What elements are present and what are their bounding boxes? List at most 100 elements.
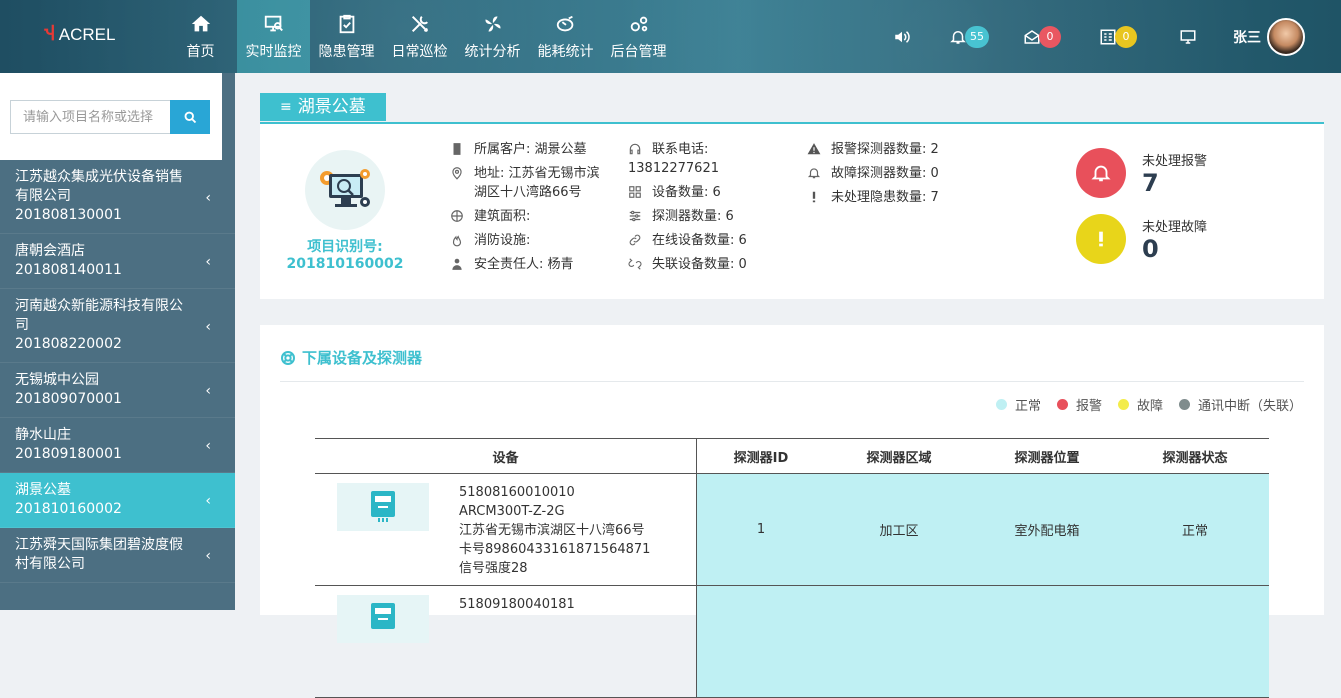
sound-button[interactable] — [893, 28, 911, 46]
device-cell: 51808160010010 ARCM300T-Z-2G 江苏省无锡市滨湖区十八… — [315, 474, 697, 585]
nav-energy-label: 能耗统计 — [537, 43, 594, 60]
detector-status-cell — [1121, 586, 1269, 697]
building-icon — [453, 143, 461, 155]
project-item[interactable]: 唐朝会酒店 201808140011 ‹ — [0, 234, 235, 289]
project-item[interactable]: 江苏越众集成光伏设备销售有限公司 201808130001 ‹ — [0, 160, 235, 234]
legend-label: 故障 — [1136, 399, 1163, 414]
monitor-gear-icon — [320, 169, 370, 207]
gears-icon — [630, 16, 647, 31]
project-item[interactable]: 河南越众新能源科技有限公司 201808220002 ‹ — [0, 289, 235, 363]
legend-label: 通讯中断（失联） — [1197, 399, 1302, 414]
unhandled-alarm-stat[interactable]: 未处理报警 7 — [1076, 148, 1207, 198]
detector-area-cell — [825, 586, 973, 697]
nav-statistics[interactable]: 统计分析 — [456, 0, 529, 73]
logo[interactable]: Ⴣ ACREL — [44, 24, 115, 45]
warning-icon — [807, 143, 821, 155]
project-id: 201808140011 — [15, 262, 122, 278]
device-cell: 51809180040181 — [315, 586, 697, 697]
lifebuoy-icon — [281, 350, 295, 365]
nav-energy[interactable]: 能耗统计 — [529, 0, 602, 73]
legend-dot — [995, 399, 1007, 410]
project-item[interactable]: 静水山庄 201809180001 ‹ — [0, 418, 235, 473]
nav-realtime-monitor[interactable]: 实时监控 — [237, 0, 310, 73]
column-header: 探测器状态 — [1162, 450, 1228, 466]
message-button[interactable]: 0 — [1023, 25, 1061, 48]
detector-location-cell: 室外配电箱 — [973, 474, 1121, 585]
project-id: 201809180001 — [15, 446, 122, 462]
monitor-icon — [264, 15, 283, 31]
area-row: 建筑面积: — [450, 207, 610, 226]
fire-text: 消防设施: — [474, 233, 531, 248]
alarm-detectors-text: 报警探测器数量: 2 — [831, 142, 939, 157]
alarm-notification-button[interactable]: 55 — [949, 25, 989, 48]
devices-title-text: 下属设备及探测器 — [302, 349, 423, 367]
device-card: 卡号89860433161871564871 — [459, 542, 651, 557]
column-header: 探测器ID — [733, 450, 789, 466]
online-count-text: 在线设备数量: 6 — [652, 233, 747, 248]
fault-detectors-row: 故障探测器数量: 0 — [807, 164, 1007, 183]
device-serial: 51808160010010 — [459, 485, 575, 500]
person-icon — [452, 258, 462, 270]
nav-home[interactable]: 首页 — [164, 0, 237, 73]
fault-stat-text: 未处理故障 0 — [1142, 216, 1207, 263]
project-search — [10, 100, 210, 134]
unhandled-hazards-text: 未处理隐患数量: 7 — [831, 190, 939, 205]
fault-circle — [1076, 214, 1126, 264]
chevron-left-icon: ‹ — [205, 438, 211, 454]
address-row: 地址: 江苏省无锡市滨湖区十八湾路66号 — [450, 164, 610, 202]
fire-icon — [452, 235, 462, 247]
area-icon — [451, 210, 463, 222]
chevron-left-icon: ‹ — [205, 548, 211, 564]
nav-hazard-management[interactable]: 隐患管理 — [310, 0, 383, 73]
project-id: 201809070001 — [15, 391, 122, 407]
nav-statistics-label: 统计分析 — [464, 43, 521, 60]
detector-area-cell: 加工区 — [825, 474, 973, 585]
alarm-circle — [1076, 148, 1126, 198]
project-name: 湖景公墓 — [15, 482, 71, 498]
project-item[interactable]: 江苏舜天国际集团碧波度假村有限公司 ‹ — [0, 528, 235, 583]
online-count-row: 在线设备数量: 6 — [628, 231, 788, 250]
fan-icon — [484, 15, 501, 32]
table-row[interactable]: 51809180040181 — [315, 586, 1269, 698]
device-meter-icon — [337, 595, 429, 643]
exclamation-icon — [812, 191, 816, 203]
offline-count-row: 失联设备数量: 0 — [628, 255, 788, 274]
owner-text: 所属客户: 湖景公墓 — [474, 142, 587, 157]
nav-daily-inspection[interactable]: 日常巡检 — [383, 0, 456, 73]
top-navbar: Ⴣ ACREL 首页 实时监控 隐患管理 日常巡检 统计分析 能耗统计 后台管理… — [0, 0, 1341, 73]
main-content: ≡ 湖景公墓 项目识别号: 201810160002 所属客户: 湖景公墓 地址… — [235, 73, 1341, 698]
screen-icon — [1180, 29, 1196, 44]
devices-section-title: 下属设备及探测器 — [280, 347, 422, 368]
unhandled-fault-label: 未处理故障 — [1142, 219, 1208, 235]
exclamation-icon — [1099, 231, 1103, 247]
status-legend: 正常 报警 故障 通讯中断（失联） — [995, 395, 1302, 414]
nav-home-label: 首页 — [186, 43, 215, 60]
search-input[interactable] — [11, 101, 173, 133]
project-item[interactable]: 无锡城中公园 201809070001 ‹ — [0, 363, 235, 418]
legend-dot — [1178, 399, 1190, 410]
detector-id-cell: 1 — [697, 474, 825, 585]
sliders-icon — [629, 210, 641, 222]
legend-label: 报警 — [1075, 399, 1102, 414]
nav-hazard-management-label: 隐患管理 — [318, 43, 375, 60]
project-title-tab: ≡ 湖景公墓 — [260, 93, 386, 121]
project-name: 江苏舜天国际集团碧波度假村有限公司 — [15, 537, 183, 572]
unhandled-fault-stat[interactable]: 未处理故障 0 — [1076, 214, 1207, 264]
project-id: 201808130001 — [15, 207, 122, 223]
screen-button[interactable] — [1179, 28, 1197, 46]
nav-backend-label: 后台管理 — [610, 43, 667, 60]
user-menu[interactable]: 张三 — [1233, 17, 1305, 56]
legend-item: 通讯中断（失联） — [1178, 395, 1302, 414]
project-item-active[interactable]: 湖景公墓 201810160002 ‹ — [0, 473, 235, 528]
grid-icon — [629, 186, 641, 198]
info-column-3: 报警探测器数量: 2 故障探测器数量: 0 未处理隐患数量: 7 — [807, 140, 1007, 212]
task-button[interactable]: 0 — [1099, 25, 1137, 48]
table-row[interactable]: 51808160010010 ARCM300T-Z-2G 江苏省无锡市滨湖区十八… — [315, 474, 1269, 586]
search-button[interactable] — [170, 100, 210, 134]
safety-text: 安全责任人: 杨青 — [474, 257, 574, 272]
alarm-count-badge: 55 — [965, 25, 989, 48]
search-area — [0, 73, 235, 160]
nav-backend[interactable]: 后台管理 — [602, 0, 675, 73]
phone-row: 联系电话: — [628, 140, 788, 159]
unhandled-hazards-row: 未处理隐患数量: 7 — [807, 188, 1007, 207]
